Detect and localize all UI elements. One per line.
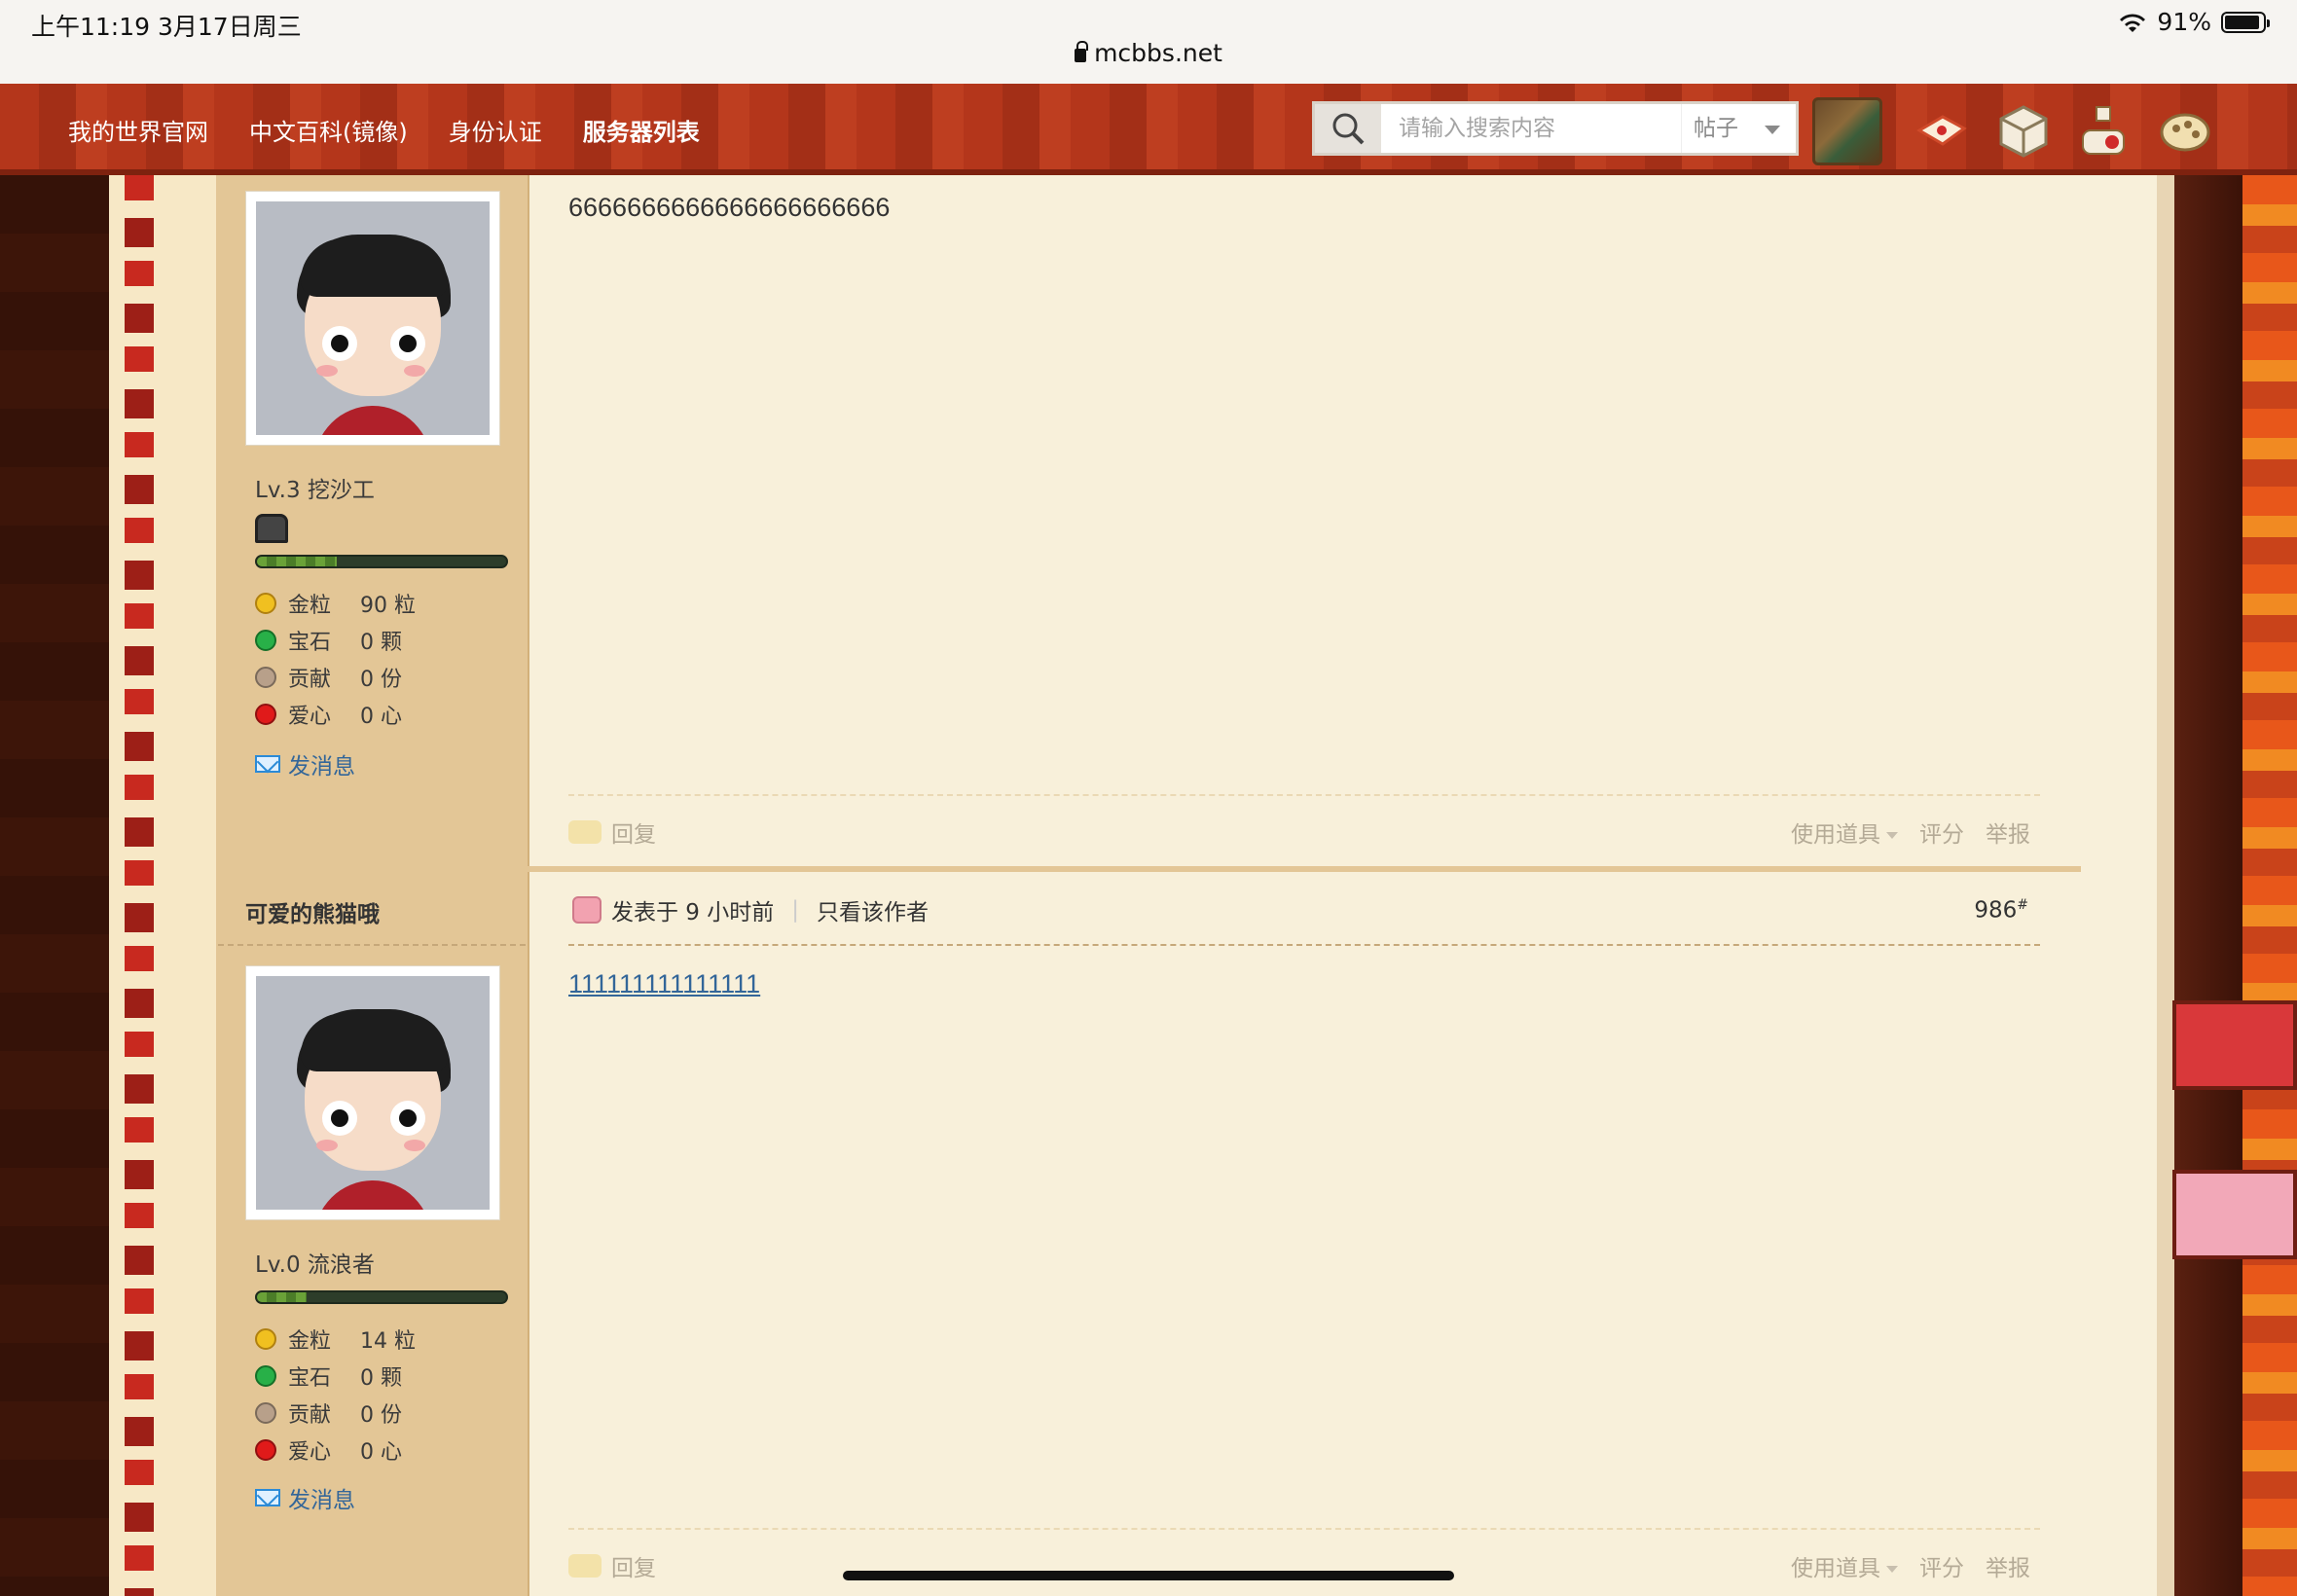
only-author-link[interactable]: 只看该作者 <box>817 893 929 926</box>
wifi-icon <box>2118 12 2147 33</box>
search-box: 帖子 <box>1312 101 1799 156</box>
author-divider <box>218 944 526 946</box>
stat-gem: 宝石 0 颗 <box>255 625 402 656</box>
mail-icon <box>255 755 280 773</box>
report-button[interactable]: 举报 <box>1986 1549 2030 1582</box>
reply-button[interactable]: 回复 <box>568 1549 656 1582</box>
home-indicator[interactable] <box>843 1571 1454 1580</box>
stat-contribution: 贡献 0 份 <box>255 1397 402 1429</box>
apple-icon <box>255 704 276 725</box>
reply-icon <box>568 1554 602 1578</box>
post-separator <box>216 866 2081 872</box>
user-level: Lv.0 流浪者 <box>255 1252 375 1278</box>
chevron-down-icon <box>1886 1566 1898 1573</box>
potion-icon[interactable] <box>2075 103 2132 160</box>
background-left <box>0 175 109 1596</box>
stat-gold: 金粒 90 粒 <box>255 588 416 619</box>
post-body: 111111111111111 <box>568 969 760 999</box>
nav-link-servers[interactable]: 服务器列表 <box>583 113 700 147</box>
battery-fill <box>2225 15 2259 29</box>
reply-icon <box>568 820 602 844</box>
author-avatar[interactable] <box>245 191 500 446</box>
search-type-select[interactable]: 帖子 <box>1681 104 1796 153</box>
reply-button[interactable]: 回复 <box>568 816 656 849</box>
helmet-icon <box>255 514 288 543</box>
post-content-column <box>529 175 2157 1596</box>
nav-link-identity[interactable]: 身份认证 <box>449 113 542 147</box>
palette-icon[interactable] <box>2157 103 2213 160</box>
post-actions: 使用道具 评分 举报 <box>1791 816 2030 849</box>
background-right-bar <box>2157 175 2174 1596</box>
rate-button[interactable]: 评分 <box>1919 816 1964 849</box>
stat-heart: 爱心 0 心 <box>255 699 402 730</box>
user-level: Lv.3 挖沙工 <box>255 478 375 503</box>
url-text: mcbbs.net <box>1094 39 1222 67</box>
address-bar[interactable]: mcbbs.net <box>0 39 2297 67</box>
chevron-down-icon <box>1886 832 1898 839</box>
post-link[interactable]: 111111111111111 <box>568 969 760 998</box>
actions-divider <box>568 794 2040 796</box>
block-icon[interactable] <box>1995 103 2052 160</box>
emerald-icon <box>255 630 276 651</box>
contribution-icon <box>255 1402 276 1424</box>
search-icon[interactable] <box>1315 104 1381 153</box>
search-type-label: 帖子 <box>1694 116 1738 141</box>
post-time: 发表于 9 小时前 <box>611 900 775 925</box>
battery-icon <box>2221 11 2270 33</box>
user-avatar[interactable] <box>1812 97 1882 165</box>
gold-nugget-icon <box>255 1328 276 1350</box>
side-banner-pink[interactable] <box>2172 1170 2297 1259</box>
send-message-link[interactable]: 发消息 <box>255 747 355 780</box>
rate-button[interactable]: 评分 <box>1919 1549 1964 1582</box>
send-message-link[interactable]: 发消息 <box>255 1481 355 1514</box>
stat-gold: 金粒 14 粒 <box>255 1324 416 1355</box>
background-right-dark <box>2174 175 2242 1596</box>
level-progress-bar <box>255 555 508 568</box>
decorative-rail <box>125 175 154 1596</box>
message-icon[interactable] <box>1914 103 1970 160</box>
post-body: 6666666666666666666666 <box>568 193 891 222</box>
author-name[interactable]: 可爱的熊猫哦 <box>245 895 380 928</box>
author-avatar[interactable] <box>245 965 500 1220</box>
status-time: 上午11:19 3月17日周三 <box>31 13 302 41</box>
search-input[interactable] <box>1381 104 1681 153</box>
pig-icon <box>572 896 602 924</box>
gold-nugget-icon <box>255 593 276 614</box>
level-progress-bar <box>255 1290 508 1304</box>
nav-links: 我的世界官网 中文百科(镜像) 身份认证 服务器列表 <box>68 84 700 175</box>
battery-percent: 91% <box>2157 8 2211 36</box>
meta-divider: | <box>791 897 800 923</box>
nav-link-wiki[interactable]: 中文百科(镜像) <box>249 113 408 147</box>
use-item-button[interactable]: 使用道具 <box>1791 1549 1898 1582</box>
status-indicators: 91% <box>2118 8 2270 36</box>
background-right-lava <box>2242 175 2297 1596</box>
report-button[interactable]: 举报 <box>1986 816 2030 849</box>
post-actions: 使用道具 评分 举报 <box>1791 1549 2030 1582</box>
post-meta: 发表于 9 小时前 | 只看该作者 <box>572 893 929 926</box>
stat-gem: 宝石 0 颗 <box>255 1360 402 1392</box>
lock-icon <box>1075 41 1089 62</box>
mail-icon <box>255 1489 280 1506</box>
emerald-icon <box>255 1365 276 1387</box>
side-banner-new[interactable] <box>2172 1000 2297 1090</box>
floor-number[interactable]: 986# <box>1974 897 2028 924</box>
contribution-icon <box>255 667 276 688</box>
status-bar: 上午11:19 3月17日周三 91% mcbbs.net <box>0 0 2297 84</box>
stat-contribution: 贡献 0 份 <box>255 662 402 693</box>
post-header-divider <box>568 944 2040 946</box>
apple-icon <box>255 1439 276 1461</box>
actions-divider <box>568 1528 2040 1530</box>
stat-heart: 爱心 0 心 <box>255 1434 402 1466</box>
chevron-down-icon <box>1765 126 1780 134</box>
nav-link-official[interactable]: 我的世界官网 <box>68 113 208 147</box>
top-nav: 我的世界官网 中文百科(镜像) 身份认证 服务器列表 帖子 <box>0 84 2297 175</box>
use-item-button[interactable]: 使用道具 <box>1791 816 1898 849</box>
